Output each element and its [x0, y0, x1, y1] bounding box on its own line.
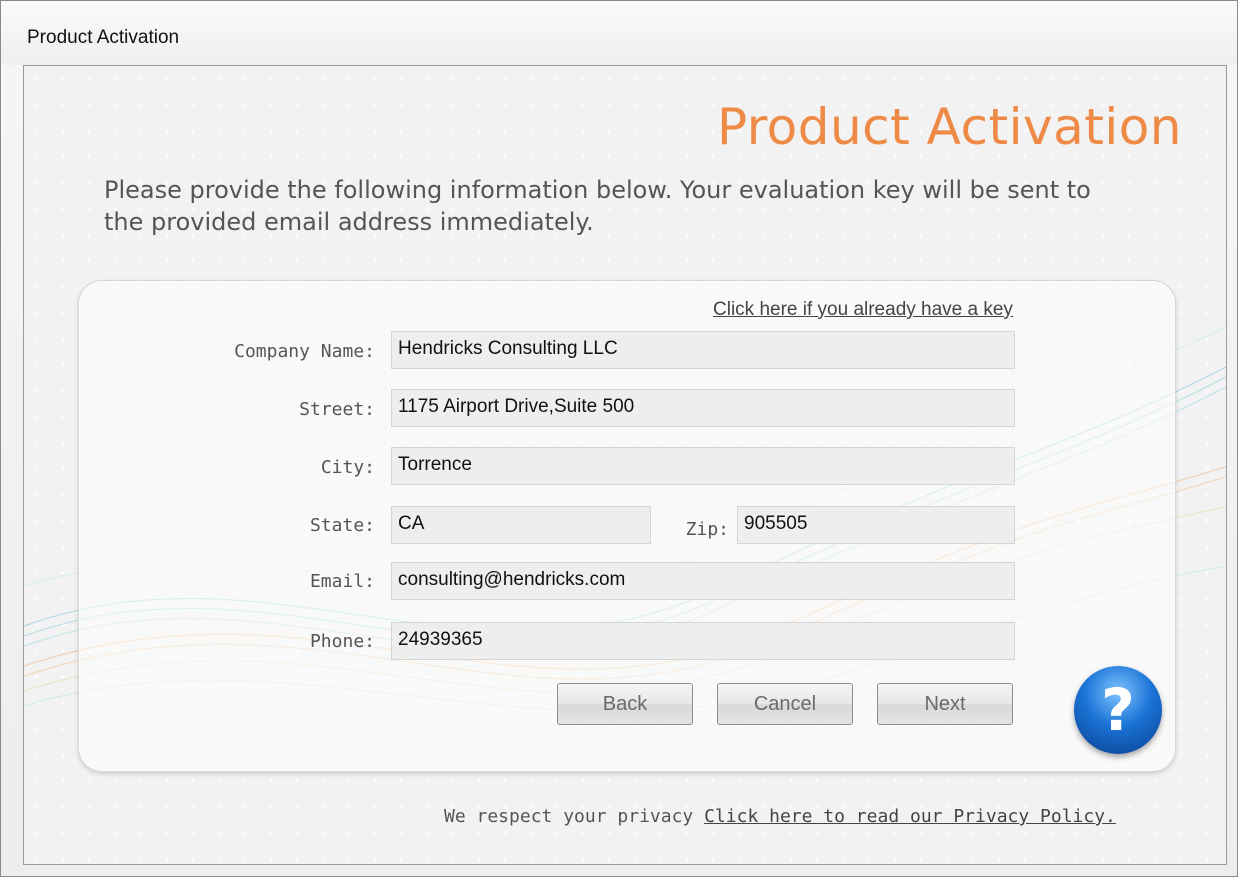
company-name-field[interactable]: Hendricks Consulting LLC: [391, 331, 1015, 369]
title-bar: Product Activation: [1, 1, 1237, 65]
activation-window: Product Activation Product Activation Pl…: [0, 0, 1238, 877]
email-field[interactable]: consulting@hendricks.com: [391, 562, 1015, 600]
street-field[interactable]: 1175 Airport Drive,Suite 500: [391, 389, 1015, 427]
zip-field[interactable]: 905505: [737, 506, 1015, 544]
client-area: Product Activation Please provide the fo…: [23, 65, 1227, 865]
city-field[interactable]: Torrence: [391, 447, 1015, 485]
question-mark-icon: ?: [1101, 676, 1135, 744]
back-button[interactable]: Back: [557, 683, 693, 725]
have-key-link[interactable]: Click here if you already have a key: [713, 299, 1013, 321]
street-label: Street:: [299, 399, 375, 420]
help-button[interactable]: ?: [1074, 666, 1162, 754]
next-button[interactable]: Next: [877, 683, 1013, 725]
phone-label: Phone:: [309, 631, 375, 652]
state-label: State:: [309, 515, 375, 536]
window-title: Product Activation: [27, 27, 180, 48]
privacy-text: We respect your privacy: [444, 806, 694, 827]
phone-field[interactable]: 24939365: [391, 622, 1015, 660]
form-panel: Click here if you already have a key Com…: [78, 280, 1176, 772]
privacy-footer: We respect your privacy Click here to re…: [444, 806, 1116, 827]
zip-label: Zip:: [685, 519, 729, 540]
intro-text: Please provide the following information…: [104, 176, 1091, 236]
city-label: City:: [320, 457, 375, 478]
cancel-button[interactable]: Cancel: [717, 683, 853, 725]
email-label: Email:: [309, 571, 375, 592]
page-heading: Product Activation: [716, 98, 1182, 156]
privacy-policy-link[interactable]: Click here to read our Privacy Policy.: [704, 806, 1116, 827]
company-name-label: Company Name:: [234, 341, 375, 362]
